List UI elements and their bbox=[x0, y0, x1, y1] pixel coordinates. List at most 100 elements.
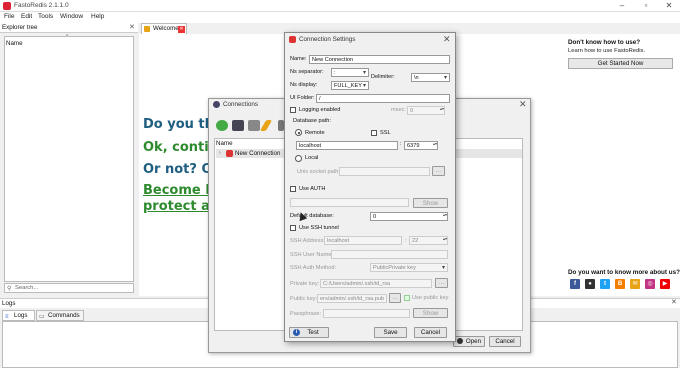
tab-commands[interactable]: ▭ Commands bbox=[36, 310, 84, 321]
ssh-address-label: SSH Address: bbox=[290, 238, 325, 244]
minimize-button[interactable]: – bbox=[614, 1, 630, 11]
unix-socket-label: Unix socket path: bbox=[297, 169, 340, 175]
email-icon[interactable]: ✉ bbox=[630, 279, 640, 289]
ssh-auth-label: SSH Auth Method: bbox=[290, 265, 337, 271]
msec-label: msec: bbox=[391, 107, 406, 113]
expand-arrow-icon[interactable]: › bbox=[219, 150, 221, 156]
youtube-icon[interactable]: ▶ bbox=[660, 279, 670, 289]
ssh-port-separator: : bbox=[405, 238, 407, 244]
private-key-field[interactable]: C:/Users/admin/.ssh/id_rsa bbox=[320, 279, 432, 288]
test-button-label: Test bbox=[307, 329, 319, 336]
ui-folder-field[interactable]: / bbox=[316, 94, 450, 103]
local-label: Local bbox=[305, 155, 319, 161]
default-db-spinbox[interactable]: 0 bbox=[370, 212, 448, 221]
about-heading: Do you want to know more about us? bbox=[568, 269, 680, 276]
add-cluster-icon[interactable] bbox=[232, 120, 244, 131]
ssl-label: SSL bbox=[380, 130, 391, 136]
add-connection-icon[interactable] bbox=[216, 120, 228, 131]
maximize-button[interactable]: ▫ bbox=[638, 1, 654, 11]
search-input[interactable]: ⚲ Search... bbox=[4, 283, 134, 293]
delimiter-select[interactable]: \n bbox=[411, 73, 450, 82]
use-public-key-checkbox[interactable] bbox=[404, 295, 410, 301]
test-button[interactable]: i Test bbox=[289, 327, 329, 338]
connections-dialog-icon bbox=[213, 101, 220, 108]
blogger-icon[interactable]: B bbox=[615, 279, 625, 289]
ssl-checkbox[interactable] bbox=[371, 130, 377, 136]
ssh-address-field[interactable]: localhost bbox=[324, 236, 402, 245]
tab-logs-label: Logs bbox=[14, 312, 28, 319]
explorer-title: Explorer tree bbox=[2, 24, 38, 31]
port-spinbox[interactable]: 6379 bbox=[404, 141, 438, 150]
remote-radio[interactable] bbox=[295, 129, 302, 136]
use-public-key-label: Use public key bbox=[412, 295, 449, 301]
explorer-header: Explorer tree bbox=[0, 23, 138, 33]
open-button[interactable]: Open bbox=[453, 336, 485, 347]
search-icon: ⚲ bbox=[7, 286, 12, 292]
name-label: Name: bbox=[290, 56, 307, 62]
tab-welcome[interactable]: Welcome ✕ bbox=[141, 23, 187, 34]
auth-password-field[interactable] bbox=[290, 198, 409, 207]
show-passphrase-button[interactable]: Show bbox=[413, 308, 448, 318]
ssh-tunnel-checkbox[interactable] bbox=[290, 225, 296, 231]
facebook-icon[interactable]: f bbox=[570, 279, 580, 289]
window-title: FastoRedis 2.1.1.0 bbox=[14, 2, 69, 9]
explorer-column-name: Name bbox=[6, 40, 23, 47]
welcome-link-1[interactable]: Become P bbox=[143, 183, 215, 198]
cancel-connections-button[interactable]: Cancel bbox=[489, 336, 521, 347]
menu-file[interactable]: File bbox=[4, 13, 14, 20]
db-path-label: Database path: bbox=[293, 118, 331, 124]
ns-separator-label: Ns separator: bbox=[290, 69, 324, 75]
get-started-button[interactable]: Get Started Now bbox=[568, 58, 673, 69]
github-icon[interactable]: ● bbox=[585, 279, 595, 289]
save-button[interactable]: Save bbox=[374, 327, 407, 338]
title-bar: FastoRedis 2.1.1.0 bbox=[0, 0, 680, 12]
explorer-tree[interactable] bbox=[4, 36, 134, 282]
instagram-icon[interactable]: ◎ bbox=[645, 279, 655, 289]
host-field[interactable]: localhost bbox=[296, 141, 398, 150]
ssh-user-field[interactable] bbox=[331, 250, 448, 259]
app-logo-icon bbox=[3, 2, 11, 10]
use-auth-label: Use AUTH bbox=[299, 186, 326, 192]
browse-public-key-button[interactable]: ... bbox=[389, 293, 401, 303]
menu-tools[interactable]: Tools bbox=[38, 13, 53, 20]
logging-label: Logging enabled bbox=[299, 107, 341, 113]
use-auth-checkbox[interactable] bbox=[290, 186, 296, 192]
close-connections-icon[interactable]: ✕ bbox=[519, 99, 527, 110]
show-auth-button[interactable]: Show bbox=[413, 198, 448, 208]
public-key-label: Public key: bbox=[290, 296, 318, 302]
connection-icon bbox=[226, 150, 233, 157]
close-logs-icon[interactable]: ✕ bbox=[671, 298, 677, 306]
browse-unix-button[interactable]: ... bbox=[432, 166, 445, 176]
browse-private-key-button[interactable]: ... bbox=[435, 278, 448, 288]
tab-commands-label: Commands bbox=[48, 312, 80, 319]
welcome-line-2: Ok, contin bbox=[143, 140, 218, 155]
menu-window[interactable]: Window bbox=[60, 13, 83, 20]
help-subtext: Learn how to use FastoRedis. bbox=[568, 48, 646, 54]
menu-edit[interactable]: Edit bbox=[21, 13, 32, 20]
name-field[interactable]: New Connection bbox=[309, 55, 450, 64]
ssh-port-spinbox[interactable]: 22 bbox=[409, 236, 448, 245]
unix-socket-field[interactable] bbox=[339, 167, 430, 176]
cancel-settings-button[interactable]: Cancel bbox=[414, 327, 447, 338]
ns-display-label: Ns display: bbox=[290, 82, 318, 88]
logging-checkbox[interactable] bbox=[290, 107, 296, 113]
close-window-button[interactable]: ✕ bbox=[661, 1, 677, 11]
delimiter-label: Delimiter: bbox=[371, 74, 395, 80]
close-tab-icon[interactable]: ✕ bbox=[178, 26, 185, 33]
ns-display-select[interactable]: FULL_KEY bbox=[331, 81, 369, 90]
local-radio[interactable] bbox=[295, 155, 302, 162]
ns-separator-select[interactable]: : bbox=[331, 68, 369, 77]
twitter-icon[interactable]: t bbox=[600, 279, 610, 289]
passphrase-field[interactable] bbox=[323, 309, 410, 318]
close-panel-icon[interactable]: ✕ bbox=[129, 23, 135, 31]
tab-logs[interactable]: ≡ Logs bbox=[2, 310, 35, 321]
menu-help[interactable]: Help bbox=[91, 13, 104, 20]
add-sentinel-icon[interactable] bbox=[248, 120, 260, 131]
msec-spinbox[interactable]: 0 bbox=[407, 106, 445, 115]
search-placeholder: Search... bbox=[15, 285, 39, 291]
welcome-tab-icon bbox=[144, 26, 150, 32]
public-key-field[interactable]: ers/admin/.ssh/id_rsa.pub bbox=[317, 294, 387, 303]
ssh-tunnel-label: Use SSH tunnel bbox=[299, 225, 339, 231]
ssh-auth-select[interactable]: PublicPrivate key bbox=[370, 263, 448, 272]
close-settings-icon[interactable]: ✕ bbox=[443, 34, 451, 45]
